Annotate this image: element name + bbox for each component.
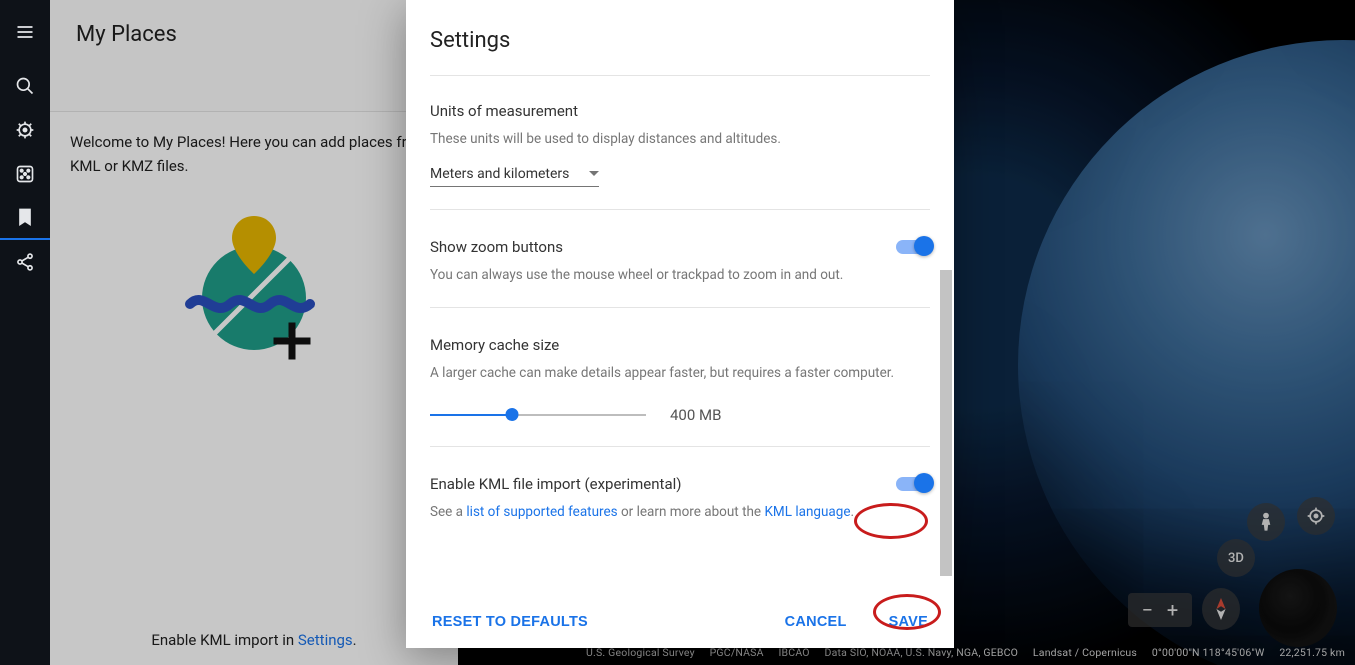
bookmark-icon	[15, 207, 35, 227]
voyager-button[interactable]	[0, 108, 50, 152]
left-nav-rail	[0, 0, 50, 665]
section-units: Units of measurement These units will be…	[430, 75, 930, 210]
my-places-button[interactable]	[0, 196, 50, 240]
section-zoom-buttons: Show zoom buttons You can always use the…	[430, 210, 930, 309]
feeling-lucky-button[interactable]	[0, 152, 50, 196]
dialog-scroll-area[interactable]: Units of measurement These units will be…	[406, 57, 954, 598]
section-cache: Memory cache size A larger cache can mak…	[430, 308, 930, 447]
kml-language-link[interactable]: KML language	[764, 504, 850, 520]
zoom-toggle[interactable]	[896, 240, 930, 254]
dice-icon	[15, 164, 35, 184]
cache-label: Memory cache size	[430, 336, 930, 354]
hamburger-icon	[15, 22, 35, 42]
units-label: Units of measurement	[430, 102, 930, 120]
zoom-label: Show zoom buttons	[430, 238, 872, 256]
kml-supported-features-link[interactable]: list of supported features	[466, 504, 617, 520]
units-desc: These units will be used to display dist…	[430, 130, 930, 150]
share-icon	[15, 252, 35, 272]
ship-wheel-icon	[15, 120, 35, 140]
reset-defaults-button[interactable]: RESET TO DEFAULTS	[432, 614, 588, 630]
dialog-scrollbar[interactable]	[940, 100, 952, 574]
kml-desc: See a list of supported features or lear…	[430, 503, 872, 523]
units-dropdown[interactable]: Meters and kilometers	[430, 166, 599, 187]
kml-label: Enable KML file import (experimental)	[430, 475, 872, 493]
search-icon	[15, 76, 35, 96]
units-selected-value: Meters and kilometers	[430, 166, 569, 182]
chevron-down-icon	[589, 171, 599, 176]
dialog-actions: RESET TO DEFAULTS CANCEL SAVE	[406, 598, 954, 648]
cache-value-label: 400 MB	[670, 406, 721, 424]
kml-desc-pre: See a	[430, 504, 466, 520]
kml-desc-post: .	[851, 504, 855, 520]
cache-desc: A larger cache can make details appear f…	[430, 364, 930, 384]
menu-button[interactable]	[0, 0, 50, 64]
search-button[interactable]	[0, 64, 50, 108]
settings-dialog: Settings Units of measurement These unit…	[406, 0, 954, 648]
dialog-title: Settings	[406, 0, 954, 57]
zoom-desc: You can always use the mouse wheel or tr…	[430, 266, 872, 286]
kml-desc-mid: or learn more about the	[618, 504, 765, 520]
cancel-button[interactable]: CANCEL	[785, 614, 847, 630]
slider-thumb[interactable]	[506, 408, 519, 421]
save-button[interactable]: SAVE	[889, 614, 928, 630]
section-kml-import: Enable KML file import (experimental) Se…	[430, 447, 930, 545]
kml-toggle[interactable]	[896, 477, 930, 491]
share-button[interactable]	[0, 240, 50, 284]
cache-slider[interactable]	[430, 414, 646, 416]
